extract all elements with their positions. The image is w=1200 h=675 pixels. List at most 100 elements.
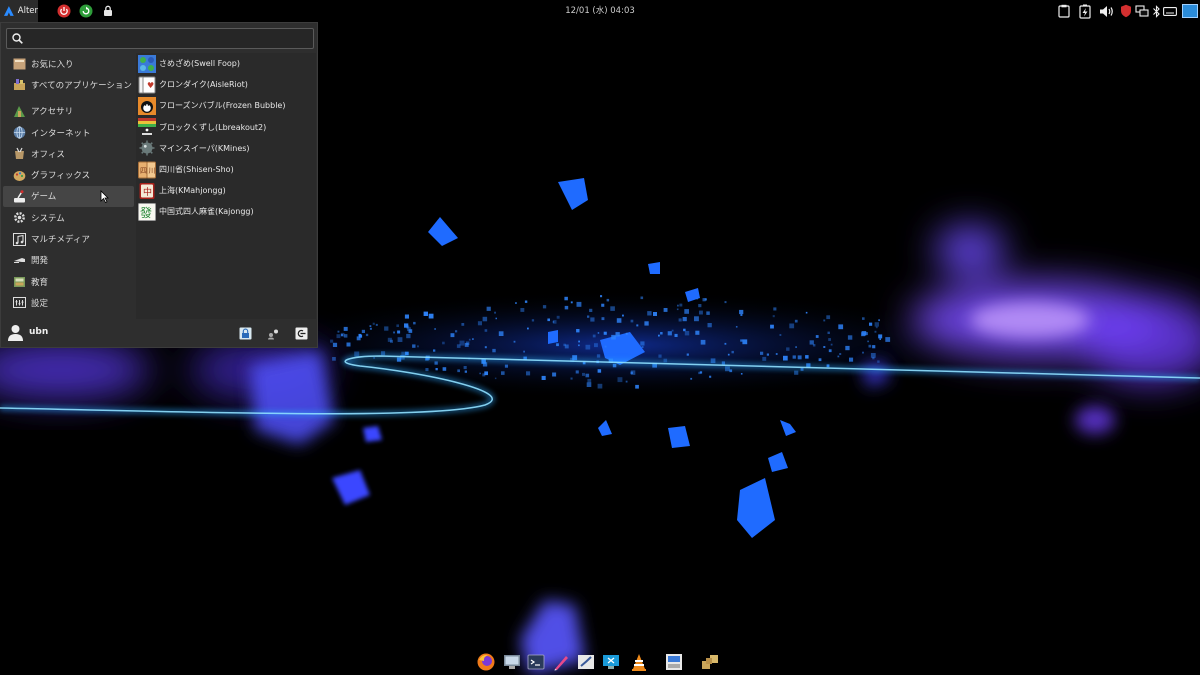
wallpaper-particle — [486, 306, 491, 311]
app-label: 中国式四人麻雀(Kajongg) — [159, 207, 254, 217]
app-item-swell-foop[interactable]: さめざめ(Swell Foop) — [136, 53, 316, 74]
category-accessories[interactable]: アクセサリ — [3, 101, 134, 122]
wallpaper-particle — [868, 344, 872, 348]
category-multimedia[interactable]: マルチメディア — [3, 228, 134, 249]
lock-icon[interactable] — [100, 3, 116, 19]
wallpaper-particle — [794, 319, 798, 323]
wallpaper-particle — [879, 338, 881, 340]
clipboard-icon[interactable] — [1056, 3, 1072, 19]
wallpaper-particle — [375, 323, 378, 326]
wallpaper-particle — [495, 317, 497, 320]
category-label: マルチメディア — [31, 235, 90, 246]
text-editor-icon[interactable] — [551, 652, 571, 672]
wallpaper-particle — [582, 372, 585, 376]
wallpaper-particle — [699, 310, 703, 315]
restart-icon[interactable] — [78, 3, 94, 19]
wallpaper-particle — [872, 357, 875, 360]
wallpaper-particle — [515, 302, 517, 304]
aisleriot-icon: ♥ — [138, 76, 156, 94]
category-office[interactable]: オフィス — [3, 143, 134, 164]
top-panel: Alter 12/01 (水) 04:03 — [0, 0, 1200, 22]
category-education[interactable]: 教育 — [3, 271, 134, 292]
app-item-frozen-bubble[interactable]: フローズンバブル(Frozen Bubble) — [136, 95, 316, 116]
wallpaper-particle — [770, 324, 774, 329]
wallpaper-particle — [434, 361, 438, 365]
wallpaper-particle — [783, 355, 788, 361]
category-system[interactable]: システム — [3, 207, 134, 228]
wallpaper-particle — [457, 369, 460, 373]
kmahjongg-icon: 中 — [139, 182, 155, 199]
wallpaper-particle — [413, 321, 416, 325]
app-item-lbreakout2[interactable]: ブロックくずし(Lbreakout2) — [136, 117, 316, 138]
wallpaper-particle — [667, 331, 672, 336]
battery-icon[interactable] — [1077, 3, 1093, 19]
volume-icon[interactable] — [1098, 3, 1114, 19]
app-item-kmines[interactable]: マインスイーパ(KMines) — [136, 138, 316, 159]
category-development[interactable]: 開発 — [3, 250, 134, 271]
wallpaper-particle — [482, 362, 488, 367]
terminal-icon[interactable] — [526, 652, 546, 672]
swell-foop-icon — [138, 54, 156, 73]
user-name: ubn — [29, 327, 49, 337]
app-item-shisen-sho[interactable]: 四川 四川省(Shisen-Sho) — [136, 159, 316, 180]
category-label: グラフィックス — [31, 171, 91, 182]
category-all-apps[interactable]: すべてのアプリケーション — [3, 74, 134, 95]
wallpaper-particle — [346, 342, 351, 347]
wallpaper-particle — [635, 384, 639, 389]
logout-icon[interactable] — [294, 326, 308, 340]
vlc-icon[interactable] — [629, 652, 649, 672]
wallpaper-particle — [792, 355, 796, 359]
wallpaper-particle — [676, 308, 679, 311]
search-input[interactable] — [29, 31, 309, 46]
remote-desktop-icon[interactable] — [601, 652, 621, 672]
wallpaper-particle — [709, 375, 712, 378]
wallpaper-particle — [845, 345, 850, 351]
wallpaper-particle — [597, 369, 602, 373]
wallpaper-particle — [696, 298, 699, 300]
wallpaper-particle — [600, 295, 603, 298]
wallpaper-particle — [740, 339, 743, 342]
wallpaper-particle — [384, 326, 389, 331]
wallpaper-particle — [878, 334, 883, 339]
user-avatar-icon — [8, 325, 23, 341]
category-games[interactable]: ゲーム — [3, 185, 134, 208]
wallpaper-particle — [455, 330, 458, 333]
image-viewer-icon[interactable] — [664, 652, 684, 672]
category-settings[interactable]: 設定 — [3, 292, 134, 313]
wallpaper-particle — [412, 344, 416, 348]
wallpaper-particle — [520, 308, 525, 312]
wallpaper-particle — [341, 334, 343, 336]
wallpaper-particle — [640, 296, 644, 300]
wallpaper-particle — [875, 326, 878, 329]
category-graphics[interactable]: グラフィックス — [3, 164, 134, 185]
wallpaper-particle — [641, 346, 644, 348]
switch-user-icon[interactable] — [266, 326, 280, 340]
wallpaper-particle — [358, 333, 362, 337]
lock-screen-icon[interactable] — [238, 326, 252, 340]
wallpaper-particle — [878, 319, 880, 322]
category-internet[interactable]: インターネット — [3, 122, 134, 143]
power-icon[interactable] — [56, 3, 72, 19]
education-icon — [12, 275, 26, 289]
lbreakout-icon — [138, 118, 156, 136]
security-icon[interactable] — [1118, 3, 1134, 19]
category-favorites[interactable]: お気に入り — [3, 53, 134, 74]
app-item-kajongg[interactable]: 發 中国式四人麻雀(Kajongg) — [136, 201, 316, 222]
workspace-icon[interactable] — [1181, 3, 1198, 19]
wallpaper-particle — [658, 334, 660, 337]
app-item-aisleriot[interactable]: ♥ クロンダイク(AisleRiot) — [136, 74, 316, 95]
wallpaper-particle — [742, 339, 748, 345]
notes-icon[interactable] — [576, 652, 596, 672]
wallpaper-particle — [397, 330, 401, 334]
wallpaper-particle — [636, 324, 639, 327]
wallpaper-particle — [823, 346, 826, 348]
category-label: お気に入り — [31, 59, 74, 70]
archive-icon[interactable] — [700, 652, 720, 672]
app-item-kmahjongg[interactable]: 中 上海(KMahjongg) — [136, 180, 316, 201]
file-manager-icon[interactable] — [502, 652, 522, 672]
menu-button[interactable]: Alter — [0, 0, 38, 22]
search-box[interactable] — [6, 28, 314, 49]
keyboard-icon[interactable] — [1162, 3, 1178, 19]
clock[interactable]: 12/01 (水) 04:03 — [540, 0, 660, 22]
firefox-icon[interactable] — [476, 652, 496, 672]
